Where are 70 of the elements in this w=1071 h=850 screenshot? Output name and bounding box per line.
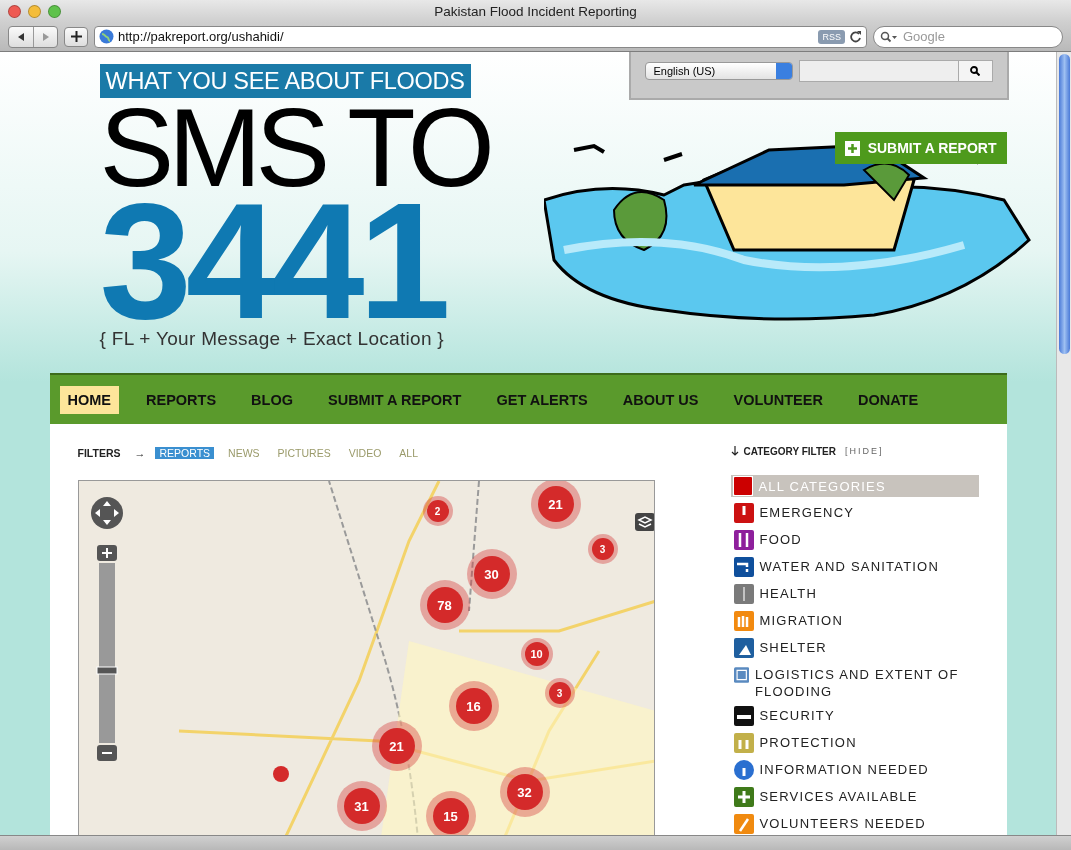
- filter-tab[interactable]: NEWS: [224, 447, 264, 459]
- category-item[interactable]: SECURITY: [730, 706, 979, 727]
- back-arrow-icon: [16, 31, 26, 42]
- sms-number: 3441: [99, 194, 446, 328]
- category-item[interactable]: INFORMATION NEEDED: [730, 760, 979, 781]
- plus-icon: [70, 31, 82, 42]
- nav-link[interactable]: VOLUNTEER: [725, 385, 831, 414]
- nav-link[interactable]: ABOUT US: [614, 385, 707, 414]
- filter-tab[interactable]: PICTURES: [273, 447, 335, 459]
- cluster-marker[interactable]: 15: [432, 798, 469, 834]
- search-icon: [970, 66, 981, 76]
- search-icon: [880, 30, 898, 43]
- cluster-marker[interactable]: 21: [537, 486, 574, 522]
- map-dot: [272, 766, 289, 782]
- site-search-field[interactable]: [798, 60, 959, 82]
- cluster-marker[interactable]: 3: [591, 538, 614, 560]
- cluster-marker[interactable]: 32: [506, 774, 543, 810]
- filter-tab[interactable]: VIDEO: [344, 447, 386, 459]
- category-item[interactable]: SERVICES AVAILABLE: [730, 787, 979, 808]
- cluster-marker[interactable]: 31: [343, 788, 380, 824]
- filters-label: FILTERS: [77, 447, 121, 459]
- add-bookmark-button[interactable]: [64, 26, 88, 47]
- close-button[interactable]: [8, 4, 21, 18]
- scrollbar-thumb[interactable]: [1058, 54, 1070, 354]
- cluster-marker[interactable]: 2: [426, 500, 449, 522]
- window-title: Pakistan Flood Incident Reporting: [433, 3, 638, 19]
- cluster-marker[interactable]: 21: [378, 728, 415, 764]
- nav-link[interactable]: HOME: [59, 385, 119, 414]
- category-item[interactable]: SHELTER: [730, 638, 979, 659]
- category-item[interactable]: WATER AND SANITATION: [730, 557, 979, 578]
- rss-button[interactable]: RSS: [818, 29, 845, 44]
- reload-icon[interactable]: [849, 30, 862, 43]
- submit-report-button[interactable]: SUBMIT A REPORT: [834, 132, 1007, 164]
- url-text: http://pakreport.org/ushahidi/: [118, 29, 285, 44]
- layers-icon[interactable]: [634, 513, 654, 531]
- cluster-marker[interactable]: 16: [455, 688, 492, 724]
- category-filter-title: CATEGORY FILTER: [743, 445, 836, 457]
- category-item[interactable]: LOGISTICS AND EXTENT OF FLOODING: [730, 665, 979, 700]
- filter-tab[interactable]: ALL: [395, 447, 423, 459]
- headline: SMS TO: [99, 102, 491, 194]
- down-arrow-icon: [730, 446, 739, 456]
- search-field[interactable]: Google: [873, 25, 1063, 48]
- category-item[interactable]: VOLUNTEERS NEEDED: [730, 814, 979, 835]
- category-item[interactable]: FOOD: [730, 530, 979, 551]
- cluster-marker[interactable]: 3: [548, 682, 571, 704]
- plus-icon: [844, 140, 860, 156]
- sms-instructions: { FL + Your Message + Exact Location }: [99, 328, 445, 350]
- forward-arrow-icon: [40, 31, 51, 42]
- language-select[interactable]: English (US): [644, 62, 793, 80]
- category-item[interactable]: PROTECTION: [730, 733, 979, 754]
- category-item[interactable]: MIGRATION: [730, 611, 979, 632]
- map-placeholder[interactable]: 2 21 3 30 78 10 16 3 21 32 31 15: [77, 480, 655, 835]
- globe-icon: [99, 29, 114, 44]
- zoom-button[interactable]: [48, 4, 61, 18]
- nav-link[interactable]: BLOG: [243, 385, 301, 414]
- nav-link[interactable]: REPORTS: [138, 385, 225, 414]
- nav-link[interactable]: SUBMIT A REPORT: [320, 385, 470, 414]
- address-field[interactable]: http://pakreport.org/ushahidi/ RSS: [94, 25, 867, 48]
- arrow-glyph: →: [134, 447, 146, 459]
- cluster-marker[interactable]: 78: [426, 587, 463, 623]
- search-button[interactable]: [957, 60, 993, 82]
- nav-link[interactable]: DONATE: [849, 385, 927, 414]
- nav-link[interactable]: GET ALERTS: [488, 385, 596, 414]
- filter-tab[interactable]: REPORTS: [155, 447, 215, 459]
- cluster-marker[interactable]: 30: [473, 556, 510, 592]
- category-item[interactable]: HEALTH: [730, 584, 979, 605]
- tagline-banner: WHAT YOU SEE ABOUT FLOODS: [99, 64, 471, 98]
- cluster-marker[interactable]: 10: [524, 642, 549, 666]
- hide-link[interactable]: [HIDE]: [844, 446, 884, 456]
- category-item[interactable]: EMERGENCY: [730, 503, 979, 524]
